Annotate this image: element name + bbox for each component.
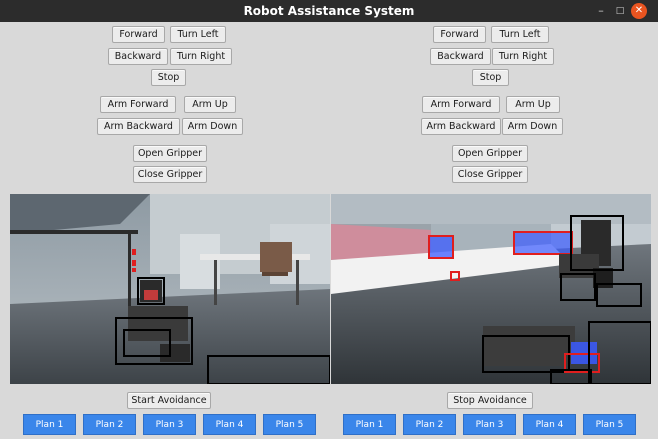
right-backward-button[interactable]: Backward [430, 48, 491, 65]
left-arm-forward-button[interactable]: Arm Forward [100, 96, 176, 113]
minimize-icon[interactable]: – [593, 3, 609, 19]
right-arm-down-button[interactable]: Arm Down [502, 118, 563, 135]
left-plan-1-button[interactable]: Plan 1 [23, 414, 76, 435]
left-plan-3-button[interactable]: Plan 3 [143, 414, 196, 435]
maximize-icon[interactable]: □ [612, 3, 628, 19]
right-turn-right-button[interactable]: Turn Right [492, 48, 554, 65]
left-open-gripper-button[interactable]: Open Gripper [133, 145, 207, 162]
left-turn-left-button[interactable]: Turn Left [170, 26, 226, 43]
right-open-gripper-button[interactable]: Open Gripper [452, 145, 528, 162]
left-forward-button[interactable]: Forward [112, 26, 165, 43]
title-bar: Robot Assistance System – □ ✕ [0, 0, 658, 22]
close-icon[interactable]: ✕ [631, 3, 647, 19]
left-stop-button[interactable]: Stop [151, 69, 186, 86]
right-turn-left-button[interactable]: Turn Left [491, 26, 549, 43]
right-camera-image [331, 194, 651, 384]
right-arm-forward-button[interactable]: Arm Forward [422, 96, 500, 113]
right-camera-feed [331, 194, 651, 384]
left-arm-down-button[interactable]: Arm Down [182, 118, 243, 135]
right-bottom-controls: Stop Avoidance Plan 1 Plan 2 Plan 3 Plan… [329, 384, 658, 439]
left-camera-image [10, 194, 330, 384]
left-camera-feed [10, 194, 330, 384]
window-title: Robot Assistance System [243, 4, 415, 18]
stop-avoidance-button[interactable]: Stop Avoidance [447, 392, 533, 409]
left-backward-button[interactable]: Backward [108, 48, 168, 65]
app-window: Robot Assistance System – □ ✕ Forward Tu… [0, 0, 658, 439]
right-plan-2-button[interactable]: Plan 2 [403, 414, 456, 435]
start-avoidance-button[interactable]: Start Avoidance [127, 392, 211, 409]
left-bottom-controls: Start Avoidance Plan 1 Plan 2 Plan 3 Pla… [0, 384, 329, 439]
left-plan-5-button[interactable]: Plan 5 [263, 414, 316, 435]
right-arm-up-button[interactable]: Arm Up [506, 96, 560, 113]
left-plan-2-button[interactable]: Plan 2 [83, 414, 136, 435]
right-forward-button[interactable]: Forward [433, 26, 486, 43]
left-plan-4-button[interactable]: Plan 4 [203, 414, 256, 435]
left-turn-right-button[interactable]: Turn Right [170, 48, 232, 65]
right-plan-4-button[interactable]: Plan 4 [523, 414, 576, 435]
left-arm-up-button[interactable]: Arm Up [184, 96, 236, 113]
right-close-gripper-button[interactable]: Close Gripper [452, 166, 528, 183]
right-plan-5-button[interactable]: Plan 5 [583, 414, 636, 435]
right-control-panel: Forward Turn Left Backward Turn Right St… [329, 22, 658, 194]
right-arm-backward-button[interactable]: Arm Backward [421, 118, 501, 135]
left-control-panel: Forward Turn Left Backward Turn Right St… [0, 22, 329, 194]
left-close-gripper-button[interactable]: Close Gripper [133, 166, 207, 183]
right-stop-button[interactable]: Stop [472, 69, 509, 86]
right-plan-1-button[interactable]: Plan 1 [343, 414, 396, 435]
right-plan-3-button[interactable]: Plan 3 [463, 414, 516, 435]
left-arm-backward-button[interactable]: Arm Backward [97, 118, 180, 135]
